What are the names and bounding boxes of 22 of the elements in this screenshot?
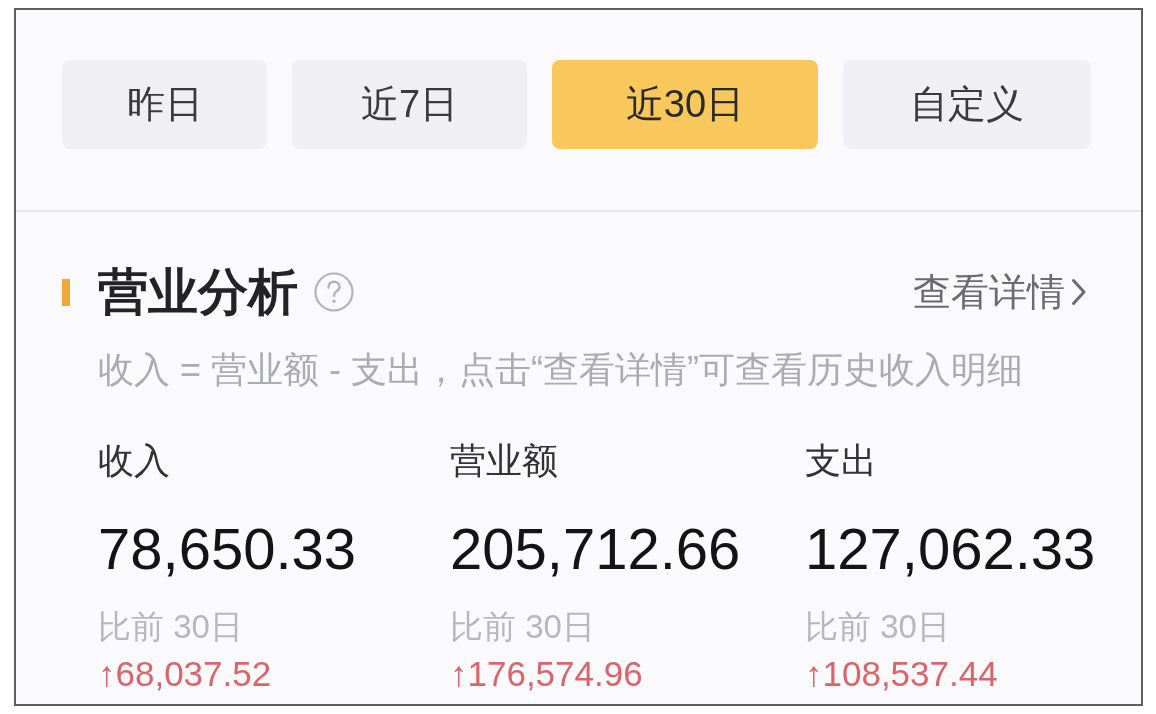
date-range-tab[interactable]: 近30日 bbox=[552, 60, 818, 149]
change-value: ↑68,037.52 bbox=[98, 652, 272, 695]
metric-value: 78,650.33 bbox=[98, 520, 357, 579]
help-icon[interactable] bbox=[314, 272, 354, 312]
change-value: ↑176,574.96 bbox=[450, 652, 643, 695]
section-title: 营业分析 bbox=[98, 267, 298, 317]
view-details-link[interactable]: 查看详情 bbox=[913, 266, 1087, 318]
metric-label: 营业额 bbox=[450, 439, 558, 483]
chevron-right-icon bbox=[1071, 278, 1087, 306]
metric-label: 收入 bbox=[98, 439, 170, 483]
comparison-label: 比前 30日 bbox=[805, 607, 950, 647]
date-range-tab[interactable]: 自定义 bbox=[843, 60, 1091, 149]
comparison-label: 比前 30日 bbox=[98, 607, 243, 647]
description-text: 收入 = 营业额 - 支出，点击“查看详情”可查看历史收入明细 bbox=[98, 348, 1023, 392]
date-range-tab[interactable]: 昨日 bbox=[62, 60, 267, 149]
date-range-tab[interactable]: 近7日 bbox=[292, 60, 527, 149]
comparison-label: 比前 30日 bbox=[450, 607, 595, 647]
accent-bar-icon bbox=[62, 278, 70, 306]
metric-value: 205,712.66 bbox=[450, 520, 741, 579]
metric-label: 支出 bbox=[805, 439, 877, 483]
change-value: ↑108,537.44 bbox=[805, 652, 998, 695]
metric-value: 127,062.33 bbox=[805, 520, 1096, 579]
